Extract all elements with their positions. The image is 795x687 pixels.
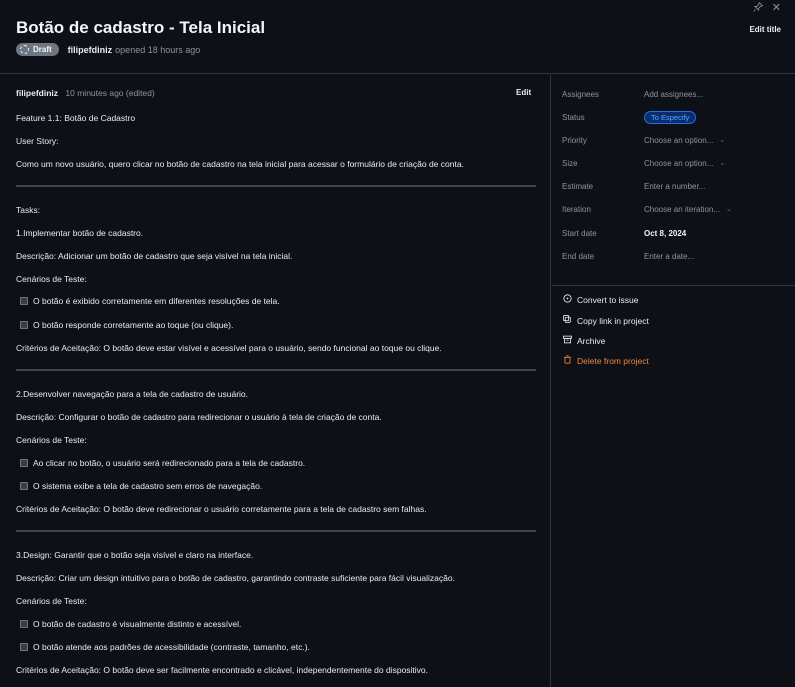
draft-badge-label: Draft [33,45,52,54]
start-date-picker[interactable]: Oct 8, 2024 [644,229,686,238]
field-label: Priority [562,135,587,145]
iteration-select-label: Choose an iteration... [644,204,721,214]
field-label: Assignees [562,89,599,99]
iteration-select[interactable]: Choose an iteration... ⌄ [644,205,732,214]
task-checkbox[interactable] [20,643,28,651]
estimate-input[interactable]: Enter a number... [644,182,705,191]
author-link[interactable]: filipefdiniz [68,45,113,55]
chevron-down-icon: ⌄ [726,206,732,213]
comment-edit-button[interactable]: Edit [516,88,531,97]
acceptance-criteria: Critérios de Aceitação: O botão deve red… [16,504,427,514]
scenarios-label: Cenários de Teste: [16,596,87,606]
priority-select-label: Choose an option... [644,135,714,145]
field-iteration: Iteration Choose an iteration... ⌄ [562,202,787,216]
task-checkbox[interactable] [20,321,28,329]
task-checkbox[interactable] [20,482,28,490]
archive-button[interactable]: Archive [562,335,605,346]
divider [16,185,536,187]
task-item: Ao clicar no botão, o usuário será redir… [20,458,305,468]
task-checkbox[interactable] [20,459,28,467]
task-item: O botão de cadastro é visualmente distin… [20,619,241,629]
convert-to-issue-button[interactable]: Convert to issue [562,294,638,305]
task-item: O botão atende aos padrões de acessibili… [20,642,310,652]
acceptance-criteria: Critérios de Aceitação: O botão deve ser… [16,665,429,675]
action-label: Delete from project [577,355,649,366]
item-meta: Draft filipefdiniz opened 18 hours ago [16,43,200,56]
link-icon [562,315,572,326]
comment-header: filipefdiniz 10 minutes ago (edited) [16,88,155,98]
comment-panel: filipefdiniz 10 minutes ago (edited) Edi… [0,75,551,687]
section-description: Descrição: Adicionar um botão de cadastr… [16,251,293,261]
copy-link-button[interactable]: Copy link in project [562,315,649,326]
trash-icon [562,355,572,366]
divider [16,530,536,532]
delete-from-project-button[interactable]: Delete from project [562,355,649,366]
field-estimate: Estimate Enter a number... [562,179,787,193]
user-story-label: User Story: [16,136,59,146]
section-title: 1.Implementar botão de cadastro. [16,228,144,238]
task-label: O botão atende aos padrões de acessibili… [33,642,310,652]
pin-icon[interactable] [753,1,764,15]
field-label: Size [562,158,578,168]
tasks-label: Tasks: [16,205,41,215]
close-icon[interactable]: ✕ [772,1,781,14]
task-item: O botão responde corretamente ao toque (… [20,320,233,330]
comment-time: 10 minutes ago (edited) [65,88,155,98]
task-checkbox[interactable] [20,620,28,628]
project-fields-sidebar: Assignees Add assignees... Status To Esp… [552,75,795,687]
field-end-date: End date Enter a date... [562,249,787,263]
scenarios-label: Cenários de Teste: [16,435,87,445]
acceptance-criteria: Critérios de Aceitação: O botão deve est… [16,343,442,353]
task-label: O botão é exibido corretamente em difere… [33,296,280,306]
section-title: 3.Design: Garantir que o botão seja visí… [16,550,254,560]
action-label: Convert to issue [577,294,639,305]
page-title: Botão de cadastro - Tela Inicial [16,18,266,37]
field-label: Iteration [562,204,591,214]
action-label: Copy link in project [577,315,649,326]
edit-title-button[interactable]: Edit title [749,25,781,34]
comment-author[interactable]: filipefdiniz [16,88,58,98]
field-assignees: Assignees Add assignees... [562,87,787,101]
task-checkbox[interactable] [20,297,28,305]
field-label: Estimate [562,181,594,191]
status-badge[interactable]: To Especify [644,110,697,124]
sidebar-divider [552,285,795,286]
item-header: Botão de cadastro - Tela Inicial Draft f… [0,0,795,74]
scenarios-label: Cenários de Teste: [16,274,87,284]
priority-select[interactable]: Choose an option... ⌄ [644,136,725,145]
end-date-picker[interactable]: Enter a date... [644,252,694,261]
chevron-down-icon: ⌄ [719,160,726,167]
field-label: Start date [562,228,597,238]
task-label: O botão responde corretamente ao toque (… [33,320,234,330]
chevron-down-icon: ⌄ [719,137,726,144]
user-story-text: Como um novo usuário, quero clicar no bo… [16,159,464,169]
opened-text: opened 18 hours ago [115,44,201,55]
field-size: Size Choose an option... ⌄ [562,156,787,170]
field-start-date: Start date Oct 8, 2024 [562,226,787,240]
task-item: O sistema exibe a tela de cadastro sem e… [20,481,262,491]
task-label: O sistema exibe a tela de cadastro sem e… [33,481,263,491]
feature-title: Feature 1.1: Botão de Cadastro [16,113,136,123]
action-label: Archive [577,335,606,346]
field-priority: Priority Choose an option... ⌄ [562,133,787,147]
section-description: Descrição: Criar um design intuitivo par… [16,573,455,583]
issue-opened-icon [562,294,572,305]
field-label: End date [562,251,595,261]
draft-icon [20,45,29,54]
section-description: Descrição: Configurar o botão de cadastr… [16,412,382,422]
assignees-picker[interactable]: Add assignees... [644,90,703,99]
field-label: Status [562,112,585,122]
task-label: Ao clicar no botão, o usuário será redir… [33,458,306,468]
archive-icon [562,335,572,346]
size-select[interactable]: Choose an option... ⌄ [644,159,725,168]
divider [16,369,536,371]
section-title: 2.Desenvolver navegação para a tela de c… [16,389,249,399]
field-status: Status To Especify [562,110,787,124]
size-select-label: Choose an option... [644,158,714,168]
task-item: O botão é exibido corretamente em difere… [20,296,280,306]
draft-badge: Draft [16,43,59,56]
task-label: O botão de cadastro é visualmente distin… [33,619,242,629]
